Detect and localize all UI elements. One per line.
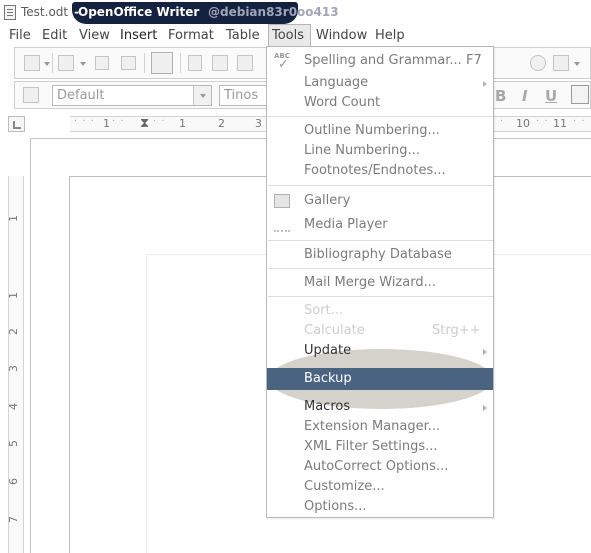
font-name-value: Tinos bbox=[224, 88, 259, 103]
menu-item-extension-manager[interactable]: Extension Manager... bbox=[304, 419, 440, 434]
menu-item-spelling[interactable]: Spelling and Grammar... bbox=[304, 53, 462, 68]
styles-icon[interactable] bbox=[23, 87, 39, 103]
spelling-shortcut: F7 bbox=[466, 53, 482, 68]
menu-item-media-player[interactable]: Media Player bbox=[304, 217, 388, 232]
toolbar-separator bbox=[52, 53, 53, 73]
window-title-file: Test.odt bbox=[21, 5, 69, 19]
new-document-icon[interactable] bbox=[24, 55, 40, 71]
window-title-app: OpenOffice Writer bbox=[78, 5, 200, 19]
menu-edit[interactable]: Edit bbox=[42, 28, 67, 43]
menu-help[interactable]: Help bbox=[375, 28, 405, 43]
new-dropdown-icon[interactable] bbox=[44, 62, 50, 66]
vruler-label: 5 bbox=[7, 440, 20, 447]
calculate-shortcut: Strg++ bbox=[432, 323, 481, 338]
table-dropdown-icon[interactable] bbox=[574, 62, 580, 66]
vruler-label: 4 bbox=[7, 403, 20, 410]
menu-item-calculate: Calculate bbox=[304, 323, 365, 338]
submenu-arrow-icon bbox=[483, 81, 487, 87]
ruler-ticks: · bbox=[500, 116, 505, 127]
menu-tools[interactable]: Tools bbox=[272, 28, 304, 43]
ruler-label: 10 bbox=[516, 117, 530, 130]
menu-separator bbox=[268, 240, 493, 241]
navigator-icon[interactable] bbox=[530, 55, 546, 71]
ruler-label: 1 bbox=[179, 117, 186, 130]
email-icon[interactable] bbox=[121, 56, 136, 70]
edit-file-icon[interactable] bbox=[151, 52, 173, 74]
align-left-button[interactable] bbox=[571, 85, 589, 104]
ruler-ticks: · · bbox=[112, 116, 125, 127]
submenu-arrow-icon bbox=[483, 349, 487, 355]
vruler-label: 1 bbox=[7, 215, 20, 222]
paragraph-style-value: Default bbox=[57, 88, 105, 103]
ruler-label: 3 bbox=[255, 117, 262, 130]
menu-item-backup[interactable] bbox=[267, 368, 493, 390]
submenu-arrow-icon bbox=[483, 405, 487, 411]
menu-item-outline-numbering[interactable]: Outline Numbering... bbox=[304, 123, 440, 138]
bold-button[interactable]: B bbox=[495, 87, 506, 105]
document-icon bbox=[4, 5, 16, 20]
menu-item-backup-label: Backup bbox=[304, 371, 352, 386]
paragraph-style-dropdown-button[interactable] bbox=[193, 86, 211, 105]
print-preview-icon[interactable] bbox=[237, 55, 253, 71]
menu-view[interactable]: View bbox=[79, 28, 110, 43]
menu-item-language[interactable]: Language bbox=[304, 75, 368, 90]
vruler-label: 6 bbox=[7, 478, 20, 485]
vruler-label: 2 bbox=[7, 328, 20, 335]
menu-item-xml-filter-settings[interactable]: XML Filter Settings... bbox=[304, 439, 438, 454]
toolbar-separator bbox=[180, 53, 181, 73]
menu-item-footnotes-endnotes[interactable]: Footnotes/Endnotes... bbox=[304, 163, 446, 178]
ruler-ticks: · · bbox=[573, 116, 586, 127]
menu-format[interactable]: Format bbox=[168, 28, 214, 43]
menu-insert[interactable]: Insert bbox=[120, 28, 157, 43]
ruler-ticks: · · · bbox=[74, 116, 95, 127]
menu-item-sort: Sort... bbox=[304, 303, 344, 318]
window-title-host: @debian83r0oo413 bbox=[208, 5, 339, 19]
ruler-ticks: · · bbox=[153, 116, 166, 127]
menu-item-word-count[interactable]: Word Count bbox=[304, 95, 380, 110]
chevron-down-icon bbox=[200, 94, 206, 98]
menu-item-gallery[interactable]: Gallery bbox=[304, 193, 350, 208]
ruler-label: 1 bbox=[103, 117, 110, 130]
open-icon[interactable] bbox=[58, 55, 74, 71]
menu-item-macros[interactable]: Macros bbox=[304, 399, 350, 414]
italic-button[interactable]: I bbox=[522, 87, 528, 105]
media-player-icon bbox=[274, 218, 290, 232]
export-pdf-icon[interactable] bbox=[188, 55, 202, 71]
underline-button[interactable]: U bbox=[545, 87, 557, 105]
menu-table[interactable]: Table bbox=[226, 28, 260, 43]
ruler-label: 11 bbox=[553, 117, 567, 130]
menu-separator bbox=[268, 185, 493, 186]
toolbar-separator bbox=[144, 53, 145, 73]
menu-window[interactable]: Window bbox=[316, 28, 367, 43]
tab-stop-selector[interactable] bbox=[8, 116, 25, 132]
checkmark-icon: ✓ bbox=[278, 57, 289, 72]
menu-item-autocorrect-options[interactable]: AutoCorrect Options... bbox=[304, 459, 448, 474]
table-icon[interactable] bbox=[553, 55, 569, 71]
ruler-label: 2 bbox=[218, 117, 225, 130]
menu-separator bbox=[268, 116, 493, 117]
save-icon[interactable] bbox=[95, 56, 109, 70]
menu-item-update[interactable]: Update bbox=[304, 343, 351, 358]
vruler-label: 7 bbox=[7, 516, 20, 523]
menu-item-options[interactable]: Options... bbox=[304, 499, 367, 514]
gallery-icon bbox=[274, 194, 290, 208]
menu-item-customize[interactable]: Customize... bbox=[304, 479, 385, 494]
vruler-label: 3 bbox=[7, 365, 20, 372]
menu-separator bbox=[268, 268, 493, 269]
menu-item-line-numbering[interactable]: Line Numbering... bbox=[304, 143, 420, 158]
print-icon[interactable] bbox=[212, 55, 228, 71]
menu-separator bbox=[268, 296, 493, 297]
open-dropdown-icon[interactable] bbox=[80, 62, 86, 66]
menu-item-bibliography[interactable]: Bibliography Database bbox=[304, 247, 452, 262]
ruler-ticks: · · bbox=[536, 116, 549, 127]
menu-item-mail-merge[interactable]: Mail Merge Wizard... bbox=[304, 275, 436, 290]
vruler-label: 1 bbox=[7, 292, 20, 299]
menu-file[interactable]: File bbox=[9, 28, 31, 43]
indent-marker-icon[interactable]: ⧗ bbox=[140, 116, 149, 131]
